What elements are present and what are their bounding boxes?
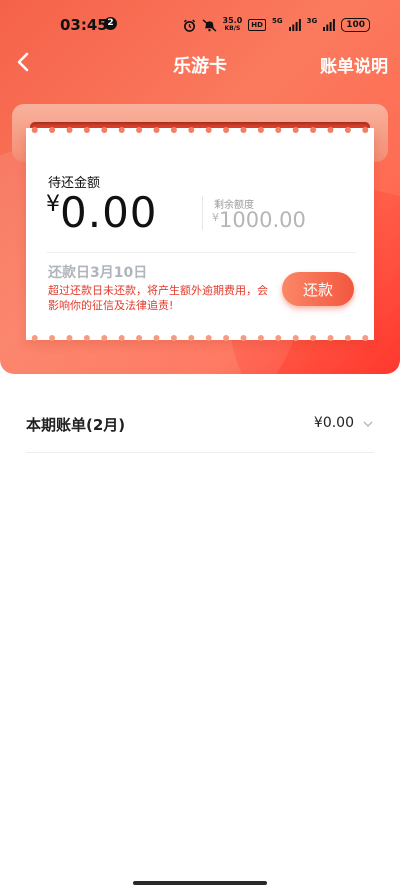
perforation-bottom bbox=[31, 335, 369, 341]
perforation-dot bbox=[170, 335, 177, 341]
divider bbox=[46, 252, 356, 253]
perforation-dot bbox=[240, 335, 247, 341]
perforation-dot bbox=[31, 335, 38, 341]
status-time: 03:45 bbox=[60, 16, 108, 34]
perforation-dot bbox=[136, 127, 143, 133]
perforation-dot bbox=[310, 127, 317, 133]
back-arrow-icon[interactable] bbox=[12, 50, 36, 74]
perforation-dot bbox=[153, 127, 160, 133]
page: 03:45 2 35.0 KB/S HD 5G 3G 100 乐游卡 账单说明 … bbox=[0, 0, 400, 888]
perforation-dot bbox=[66, 127, 73, 133]
perforation-dot bbox=[327, 127, 334, 133]
perforation-top bbox=[31, 127, 369, 133]
battery-indicator: 100 bbox=[341, 18, 370, 32]
perforation-dot bbox=[223, 127, 230, 133]
perforation-dot bbox=[310, 335, 317, 341]
perforation-dot bbox=[188, 127, 195, 133]
perforation-dot bbox=[275, 127, 282, 133]
perforation-dot bbox=[83, 335, 90, 341]
perforation-dot bbox=[31, 127, 38, 133]
perforation-dot bbox=[49, 335, 56, 341]
perforation-dot bbox=[344, 127, 351, 133]
divider bbox=[202, 196, 203, 230]
nav-bar: 乐游卡 账单说明 bbox=[0, 44, 400, 84]
perforation-dot bbox=[153, 335, 160, 341]
network-speed-value: 35.0 bbox=[222, 16, 243, 25]
signal-icon bbox=[288, 19, 301, 31]
network-speed-unit: KB/S bbox=[224, 25, 241, 32]
repayment-due-date: 还款日3月10日 bbox=[48, 265, 148, 281]
perforation-dot bbox=[223, 335, 230, 341]
signal-5g-label: 5G bbox=[271, 17, 283, 25]
perforation-dot bbox=[49, 127, 56, 133]
perforation-dot bbox=[170, 127, 177, 133]
current-bill-row[interactable]: 本期账单(2月) ¥0.00 bbox=[26, 400, 374, 453]
due-amount: ¥0.00 bbox=[46, 188, 158, 237]
perforation-dot bbox=[136, 335, 143, 341]
signal-3g-label: 3G bbox=[306, 17, 318, 25]
status-icons: 35.0 KB/S HD 5G 3G 100 bbox=[183, 16, 370, 34]
perforation-dot bbox=[66, 335, 73, 341]
perforation-dot bbox=[188, 335, 195, 341]
perforation-dot bbox=[205, 127, 212, 133]
mute-icon bbox=[202, 18, 217, 32]
perforation-dot bbox=[275, 335, 282, 341]
perforation-dot bbox=[362, 335, 369, 341]
perforation-dot bbox=[101, 127, 108, 133]
alarm-icon bbox=[183, 19, 195, 32]
hd-badge: HD bbox=[248, 19, 266, 31]
home-indicator bbox=[133, 881, 267, 885]
repay-button[interactable]: 还款 bbox=[282, 272, 354, 306]
bill-explanation-link[interactable]: 账单说明 bbox=[320, 52, 388, 77]
remaining-credit: ¥1000.00 bbox=[212, 208, 306, 232]
perforation-dot bbox=[327, 335, 334, 341]
current-bill-label: 本期账单(2月) bbox=[26, 416, 126, 434]
perforation-dot bbox=[292, 127, 299, 133]
perforation-dot bbox=[101, 335, 108, 341]
perforation-dot bbox=[118, 335, 125, 341]
current-bill-amount: ¥0.00 bbox=[313, 415, 354, 431]
signal-icon bbox=[323, 19, 336, 31]
perforation-dot bbox=[205, 335, 212, 341]
perforation-dot bbox=[257, 127, 264, 133]
currency-symbol: ¥ bbox=[46, 192, 60, 217]
overdue-warning: 超过还款日未还款，将产生额外逾期费用，会影响你的征信及法律追责! bbox=[48, 284, 268, 312]
chevron-down-icon bbox=[363, 421, 373, 427]
perforation-dot bbox=[257, 335, 264, 341]
status-bar: 03:45 2 35.0 KB/S HD 5G 3G 100 bbox=[0, 0, 400, 50]
currency-symbol: ¥ bbox=[212, 211, 219, 224]
perforation-dot bbox=[83, 127, 90, 133]
due-amount-value: 0.00 bbox=[60, 188, 158, 237]
notification-count-badge: 2 bbox=[104, 17, 117, 30]
perforation-dot bbox=[240, 127, 247, 133]
remaining-credit-value: 1000.00 bbox=[219, 208, 306, 232]
network-speed: 35.0 KB/S bbox=[223, 17, 243, 33]
perforation-dot bbox=[362, 127, 369, 133]
perforation-dot bbox=[344, 335, 351, 341]
perforation-dot bbox=[118, 127, 125, 133]
repayment-card: 待还金额 ¥0.00 剩余额度 ¥1000.00 还款日3月10日 超过还款日未… bbox=[26, 127, 374, 341]
perforation-dot bbox=[292, 335, 299, 341]
